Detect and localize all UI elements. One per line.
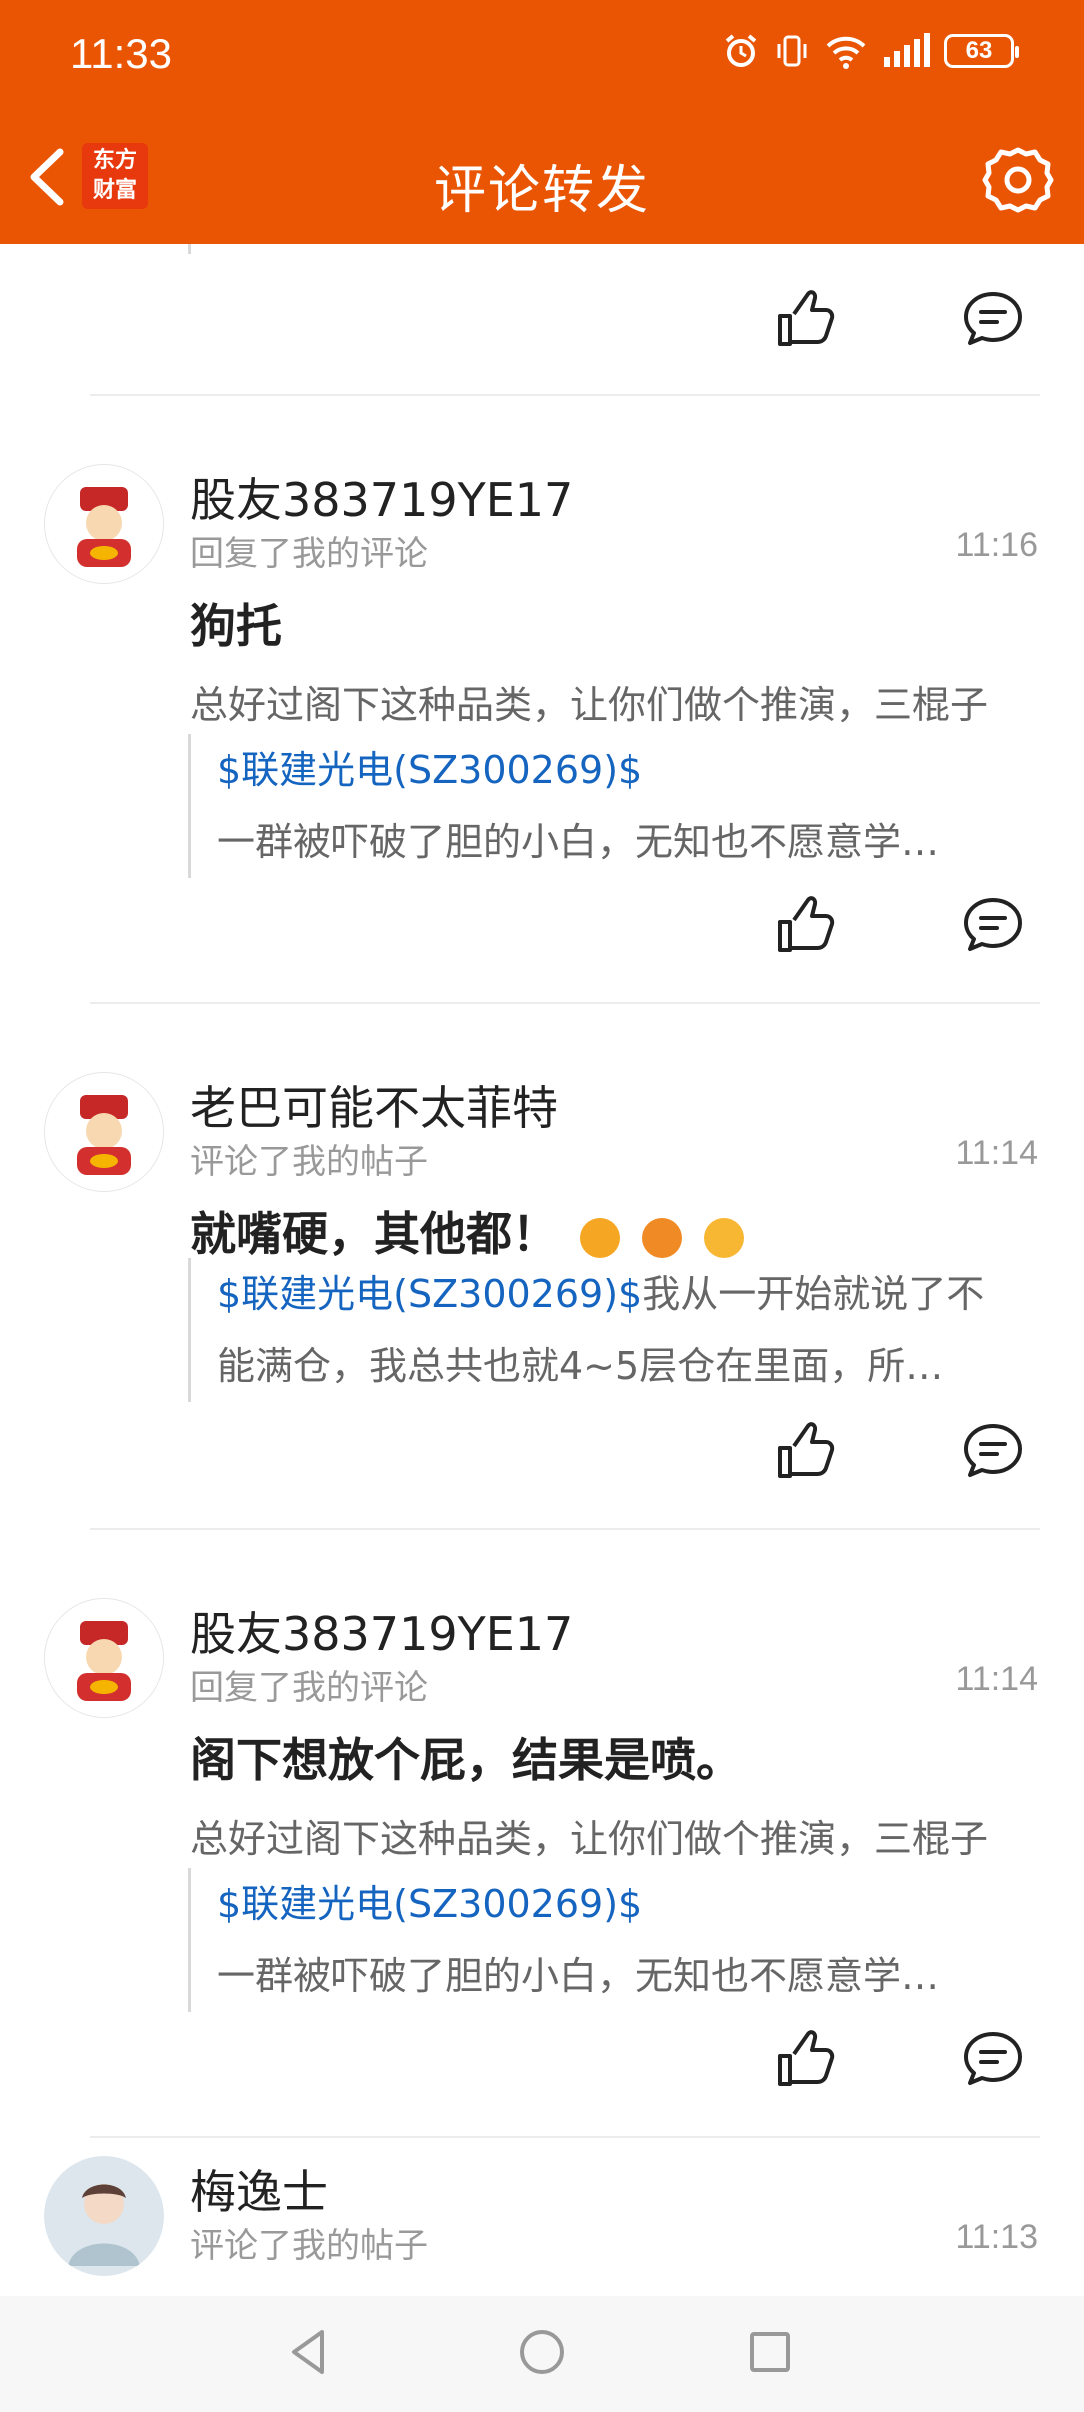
comment-list: 股友383719YE17 回复了我的评论 11:16 狗托 总好过阁下这种品类，… xyxy=(0,244,1084,2296)
stock-link[interactable]: $联建光电(SZ300269)$ xyxy=(217,1882,642,1926)
divider xyxy=(90,1528,1040,1530)
status-icons: 63 xyxy=(722,32,1019,70)
avatar-image xyxy=(45,1073,163,1191)
gear-icon[interactable] xyxy=(982,144,1054,216)
thumbs-up-icon[interactable] xyxy=(770,1416,840,1486)
stock-link[interactable]: $联建光电(SZ300269)$ xyxy=(217,1272,642,1316)
stock-link[interactable]: $联建光电(SZ300269)$ xyxy=(217,748,642,792)
signal-icon xyxy=(884,33,930,67)
comment-text: 阁下想放个屁，结果是喷。 xyxy=(190,1733,742,1787)
quote-bar-partial xyxy=(188,244,191,254)
alarm-icon xyxy=(725,34,757,67)
vibrate-icon xyxy=(777,35,807,67)
quoted-post[interactable]: $联建光电(SZ300269)$我从一开始就说了不 能满仓，我总共也就4~5层仓… xyxy=(188,1258,1040,1402)
battery-indicator: 63 xyxy=(944,34,1019,68)
quote-excerpt: 一群被吓破了胆的小白，无知也不愿意学… xyxy=(217,820,940,864)
comment-bubble-icon[interactable] xyxy=(958,2024,1028,2094)
quoted-post[interactable]: $联建光电(SZ300269)$ 一群被吓破了胆的小白，无知也不愿意学… xyxy=(188,734,1040,878)
avatar[interactable] xyxy=(44,1598,164,1718)
home-circle-icon[interactable] xyxy=(510,2320,574,2384)
smile-emoji-icon xyxy=(580,1217,621,1258)
comment-body: 就嘴硬，其他都！ xyxy=(190,1207,558,1261)
comment-bubble-icon[interactable] xyxy=(958,890,1028,960)
parent-comment[interactable]: 总好过阁下这种品类，让你们做个推演，三棍子 xyxy=(190,1808,1040,1863)
action-text: 评论了我的帖子 xyxy=(190,2226,428,2266)
laugh-emoji-icon xyxy=(642,1217,683,1258)
top-bar: 11:33 63 东方 财富 评论转发 xyxy=(0,0,1084,244)
avatar[interactable] xyxy=(44,2156,164,2276)
avatar[interactable] xyxy=(44,464,164,584)
recents-square-icon[interactable] xyxy=(738,2320,802,2384)
status-time: 11:33 xyxy=(70,30,172,77)
username[interactable]: 股友383719YE17 xyxy=(190,464,573,530)
username[interactable]: 老巴可能不太菲特 xyxy=(190,1072,558,1138)
thumbs-up-icon[interactable] xyxy=(770,890,840,960)
system-navigation-bar xyxy=(0,2296,1084,2412)
cover-mouth-emoji-icon xyxy=(704,1217,745,1258)
timestamp: 11:14 xyxy=(955,1134,1038,1172)
timestamp: 11:13 xyxy=(955,2218,1038,2256)
thumbs-up-icon[interactable] xyxy=(770,2024,840,2094)
page-title: 评论转发 xyxy=(433,161,650,221)
quote-excerpt: 能满仓，我总共也就4~5层仓在里面，所… xyxy=(217,1344,944,1388)
quote-excerpt: 一群被吓破了胆的小白，无知也不愿意学… xyxy=(217,1954,940,1998)
divider xyxy=(90,394,1040,396)
divider xyxy=(90,1002,1040,1004)
quote-excerpt-start: 我从一开始就说了不 xyxy=(642,1272,985,1316)
action-row xyxy=(0,284,1084,364)
username[interactable]: 股友383719YE17 xyxy=(190,1598,573,1664)
thumbs-up-icon[interactable] xyxy=(770,284,840,354)
parent-comment[interactable]: 总好过阁下这种品类，让你们做个推演，三棍子 xyxy=(190,674,1040,729)
avatar[interactable] xyxy=(44,1072,164,1192)
quoted-post[interactable]: $联建光电(SZ300269)$ 一群被吓破了胆的小白，无知也不愿意学… xyxy=(188,1868,1040,2012)
timestamp: 11:16 xyxy=(955,526,1038,564)
action-text: 评论了我的帖子 xyxy=(190,1142,428,1182)
divider xyxy=(90,2136,1040,2138)
timestamp: 11:14 xyxy=(955,1660,1038,1698)
avatar-image xyxy=(45,465,163,583)
avatar-image xyxy=(44,2156,164,2276)
action-text: 回复了我的评论 xyxy=(190,534,428,574)
comment-text: 就嘴硬，其他都！ xyxy=(190,1198,745,1264)
username[interactable]: 梅逸士 xyxy=(190,2156,328,2222)
wifi-icon xyxy=(826,36,866,69)
action-text: 回复了我的评论 xyxy=(190,1668,428,1708)
comment-text: 狗托 xyxy=(190,599,282,653)
comment-bubble-icon[interactable] xyxy=(958,284,1028,354)
back-triangle-icon[interactable] xyxy=(278,2320,342,2384)
comment-bubble-icon[interactable] xyxy=(958,1416,1028,1486)
avatar-image xyxy=(45,1599,163,1717)
